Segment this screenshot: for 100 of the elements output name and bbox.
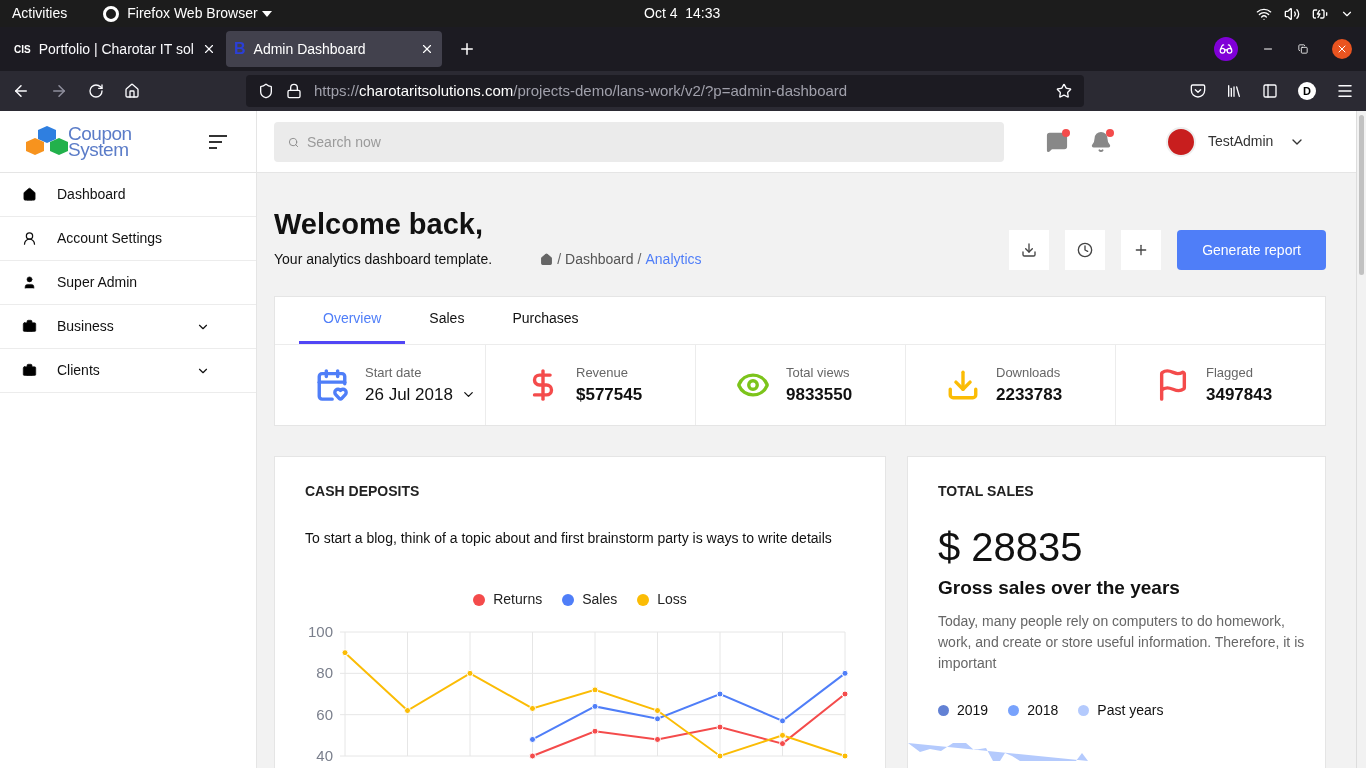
download-icon (946, 368, 980, 402)
legend-label: Sales (582, 590, 618, 609)
stat-label: Flagged (1206, 363, 1254, 382)
download-button[interactable] (1009, 230, 1050, 270)
axis-tick-label: 40 (316, 747, 333, 764)
sidebar-item-label: Super Admin (57, 273, 138, 292)
home-icon (22, 187, 37, 202)
stat-value: $577545 (576, 384, 643, 406)
data-point (591, 727, 599, 735)
sidebar-item[interactable]: Business (0, 305, 256, 349)
back-icon[interactable] (12, 82, 30, 100)
legend-label: Loss (657, 590, 687, 609)
briefcase-icon (22, 363, 37, 378)
add-button[interactable] (1121, 230, 1162, 270)
firefox-logo-icon (103, 5, 120, 22)
date-picker[interactable]: 26 Jul 2018 (365, 382, 476, 408)
page-title: Welcome back, (274, 207, 484, 241)
sidebar-item-label: Clients (57, 361, 100, 380)
dropdown-caret-icon (261, 10, 272, 17)
stat-value: 2233783 (996, 384, 1063, 406)
breadcrumb-separator: / (637, 250, 642, 269)
data-point (341, 649, 349, 657)
clock[interactable]: Oct 4 14:33 (644, 3, 721, 24)
menu-icon[interactable] (1336, 82, 1354, 100)
volume-icon[interactable] (1284, 5, 1300, 22)
legend-label: 2018 (1027, 700, 1059, 720)
breadcrumb-link[interactable]: Dashboard (565, 249, 634, 270)
card-title: TOTAL SALES (937, 482, 1035, 501)
messages-button[interactable] (1046, 130, 1068, 153)
close-icon (1336, 43, 1348, 55)
data-point (466, 669, 474, 677)
stat-label: Revenue (576, 363, 630, 382)
data-point (529, 735, 536, 743)
page-subtitle: Your analytics dashboard template. (274, 250, 493, 269)
sidebar-item[interactable]: Dashboard (0, 173, 256, 217)
close-icon[interactable] (420, 42, 434, 56)
sidebar-item[interactable]: Super Admin (0, 261, 256, 305)
card-description: Today, many people rely on computers to do homework, work, and create or store useful information. Therefore, it is important (937, 611, 1306, 673)
data-point (716, 752, 724, 760)
generate-report-button[interactable]: Generate report (1177, 230, 1326, 270)
axis-tick-label: 100 (307, 623, 333, 640)
sidebar-item[interactable]: Clients (0, 349, 256, 393)
data-point (591, 686, 599, 694)
data-point (404, 707, 411, 715)
pocket-icon[interactable] (1190, 83, 1206, 99)
close-window-button[interactable] (1332, 39, 1352, 59)
sidebar-item[interactable]: Account Settings (0, 217, 256, 261)
data-point (716, 723, 724, 731)
card-heading: Gross sales over the years (937, 576, 1181, 600)
download-icon (1021, 242, 1038, 258)
tab[interactable]: Purchases (488, 296, 603, 344)
tab[interactable]: Overview (299, 296, 406, 344)
stat-label: Downloads (996, 363, 1062, 382)
bell-icon (1090, 130, 1112, 153)
restore-icon[interactable] (1298, 44, 1308, 54)
data-point (529, 752, 536, 760)
search-field[interactable]: Search now (274, 121, 1004, 162)
tab-favicon: CIS (14, 42, 31, 57)
legend-label: Past years (1097, 700, 1164, 720)
url-text: https://charotaritsolutions.com/projects-demo/lans-work/v2/?p=admin-dashboard (314, 80, 849, 101)
tab-title: Portfolio | Charotar IT sol (38, 39, 194, 59)
data-point (529, 704, 536, 712)
user-name[interactable]: TestAdmin (1208, 131, 1274, 152)
menu-toggle-icon[interactable] (208, 134, 228, 149)
card-title: CASH DEPOSITS (305, 482, 421, 501)
breadcrumb-separator: / (557, 250, 562, 269)
clock-icon (1077, 242, 1094, 258)
lock-icon (286, 83, 302, 99)
user-avatar[interactable] (1166, 126, 1196, 157)
tab-favicon: B (234, 39, 246, 59)
tab[interactable]: Sales (405, 296, 489, 344)
stat-value: 3497843 (1206, 384, 1273, 406)
browser-tab[interactable]: B Admin Dashboard (226, 31, 442, 67)
forward-icon[interactable] (50, 82, 68, 100)
briefcase-icon (22, 319, 37, 334)
stat-value: 9833550 (786, 384, 853, 406)
scrollbar[interactable] (1356, 111, 1366, 768)
browser-tab[interactable]: CIS Portfolio | Charotar IT sol (6, 31, 222, 67)
logo-text: Coupon System (68, 125, 132, 158)
reload-icon[interactable] (88, 83, 104, 99)
chat-icon (1046, 130, 1068, 153)
activities-button[interactable]: Activities (12, 3, 68, 24)
sales-amount: $ 28835 (937, 524, 1084, 570)
sidebar-icon[interactable] (1262, 83, 1278, 99)
bookmark-star-icon[interactable] (1056, 83, 1072, 99)
new-tab-icon[interactable] (458, 40, 476, 58)
data-point (841, 752, 849, 760)
search-icon (288, 136, 299, 148)
shield-icon (258, 83, 274, 99)
sidebar-item-label: Business (57, 317, 114, 336)
stat-label: Start date (365, 363, 423, 382)
card-description: To start a blog, think of a topic about and first brainstorm party is ways to write details (305, 529, 833, 548)
stat-label: Total views (786, 363, 851, 382)
library-icon[interactable] (1226, 83, 1242, 99)
person-outline-icon (22, 231, 37, 246)
notifications-button[interactable] (1090, 130, 1112, 153)
url-bar[interactable]: https://charotaritsolutions.com/projects-demo/lans-work/v2/?p=admin-dashboard (246, 75, 1084, 107)
account-avatar[interactable]: D (1298, 82, 1316, 100)
app-menu[interactable]: Firefox Web Browser (127, 3, 258, 24)
history-button[interactable] (1065, 230, 1106, 270)
